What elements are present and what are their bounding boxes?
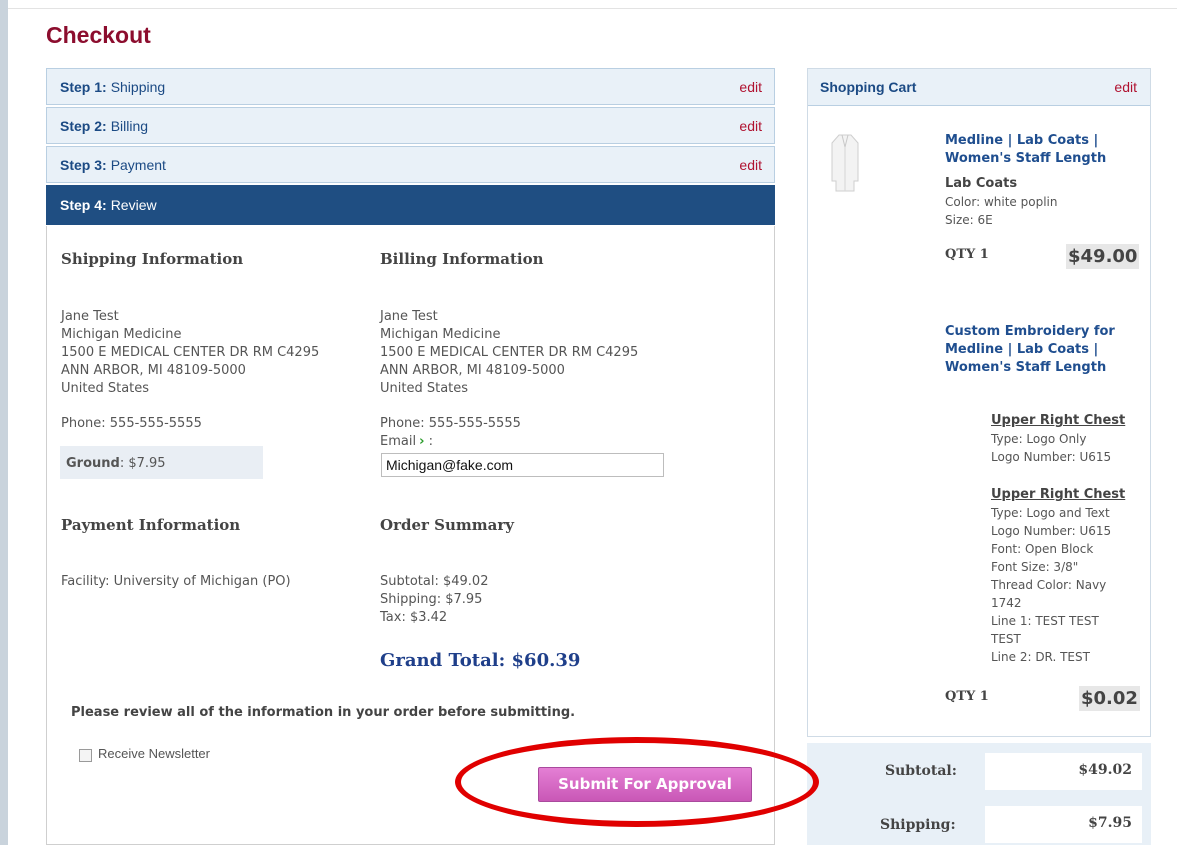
shipping-label: Shipping: (880, 817, 956, 833)
billing-address: Jane Test Michigan Medicine 1500 E MEDIC… (380, 309, 639, 396)
cart-item-name[interactable]: Medline | Lab Coats | Women's Staff Leng… (945, 132, 1106, 168)
edit-payment-link[interactable]: edit (739, 157, 762, 173)
cart-item-details: Lab Coats Color: white poplin Size: 6E (945, 176, 1058, 227)
newsletter-label: Receive Newsletter (98, 746, 210, 761)
billing-info-heading: Billing Information (380, 250, 544, 268)
step-payment[interactable]: Step 3: Payment edit (46, 146, 775, 183)
embroidery-price: $0.02 (1079, 686, 1140, 711)
order-summary-heading: Order Summary (380, 516, 514, 534)
cart-title: Shopping Cart (820, 79, 917, 95)
checkout-steps: Step 1: Shipping edit Step 2: Billing edit… (46, 68, 775, 225)
edit-shipping-link[interactable]: edit (739, 79, 762, 95)
cart-header: Shopping Cart edit (808, 69, 1150, 106)
shipping-info-heading: Shipping Information (61, 250, 244, 268)
newsletter-checkbox[interactable] (79, 749, 92, 762)
page-title: Checkout (46, 22, 151, 48)
email-label: Email › : (380, 434, 433, 449)
subtotal-label: Subtotal: (885, 763, 957, 779)
billing-phone: Phone: 555-555-5555 (380, 416, 521, 431)
step-billing-label: Step 2: Billing (60, 117, 149, 134)
order-summary-lines: Subtotal: $49.02 Shipping: $7.95 Tax: $3… (380, 574, 489, 625)
step-billing[interactable]: Step 2: Billing edit (46, 107, 775, 144)
email-field[interactable] (381, 453, 664, 477)
step-payment-label: Step 3: Payment (60, 156, 166, 173)
payment-info-heading: Payment Information (61, 516, 241, 534)
step-shipping-label: Step 1: Shipping (60, 78, 166, 95)
grand-total: Grand Total: $60.39 (380, 650, 581, 671)
top-divider (8, 8, 1177, 9)
chevron-right-icon: › (419, 434, 425, 449)
lab-coat-thumbnail[interactable] (830, 133, 860, 193)
subtotal-value: $49.02 (985, 753, 1142, 790)
embroidery-qty: QTY 1 (945, 689, 989, 704)
edit-billing-link[interactable]: edit (739, 118, 762, 134)
page-left-border (0, 0, 8, 845)
shipping-method: Ground: $7.95 (60, 446, 263, 479)
cart-item-price: $49.00 (1066, 244, 1140, 269)
step-review: Step 4: Review (46, 185, 775, 225)
payment-facility: Facility: University of Michigan (PO) (61, 574, 291, 589)
shopping-cart: Shopping Cart edit Medline | Lab Coats |… (807, 68, 1151, 737)
embroidery-item-name[interactable]: Custom Embroidery for Medline | Lab Coat… (945, 323, 1115, 377)
embroidery-details: Upper Right Chest Type: Logo Only Logo N… (991, 413, 1126, 664)
step-review-label: Step 4: Review (60, 197, 157, 213)
shipping-phone: Phone: 555-555-5555 (61, 416, 202, 431)
shipping-address: Jane Test Michigan Medicine 1500 E MEDIC… (61, 309, 320, 396)
submit-for-approval-button[interactable]: Submit For Approval (538, 767, 752, 802)
cart-item-qty: QTY 1 (945, 247, 989, 262)
review-notice: Please review all of the information in … (71, 705, 576, 720)
edit-cart-link[interactable]: edit (1114, 79, 1137, 95)
cart-totals: Subtotal: $49.02 Shipping: $7.95 (807, 743, 1151, 845)
review-panel: Shipping Information Jane Test Michigan … (46, 226, 775, 845)
step-shipping[interactable]: Step 1: Shipping edit (46, 68, 775, 105)
shipping-value: $7.95 (985, 806, 1142, 843)
